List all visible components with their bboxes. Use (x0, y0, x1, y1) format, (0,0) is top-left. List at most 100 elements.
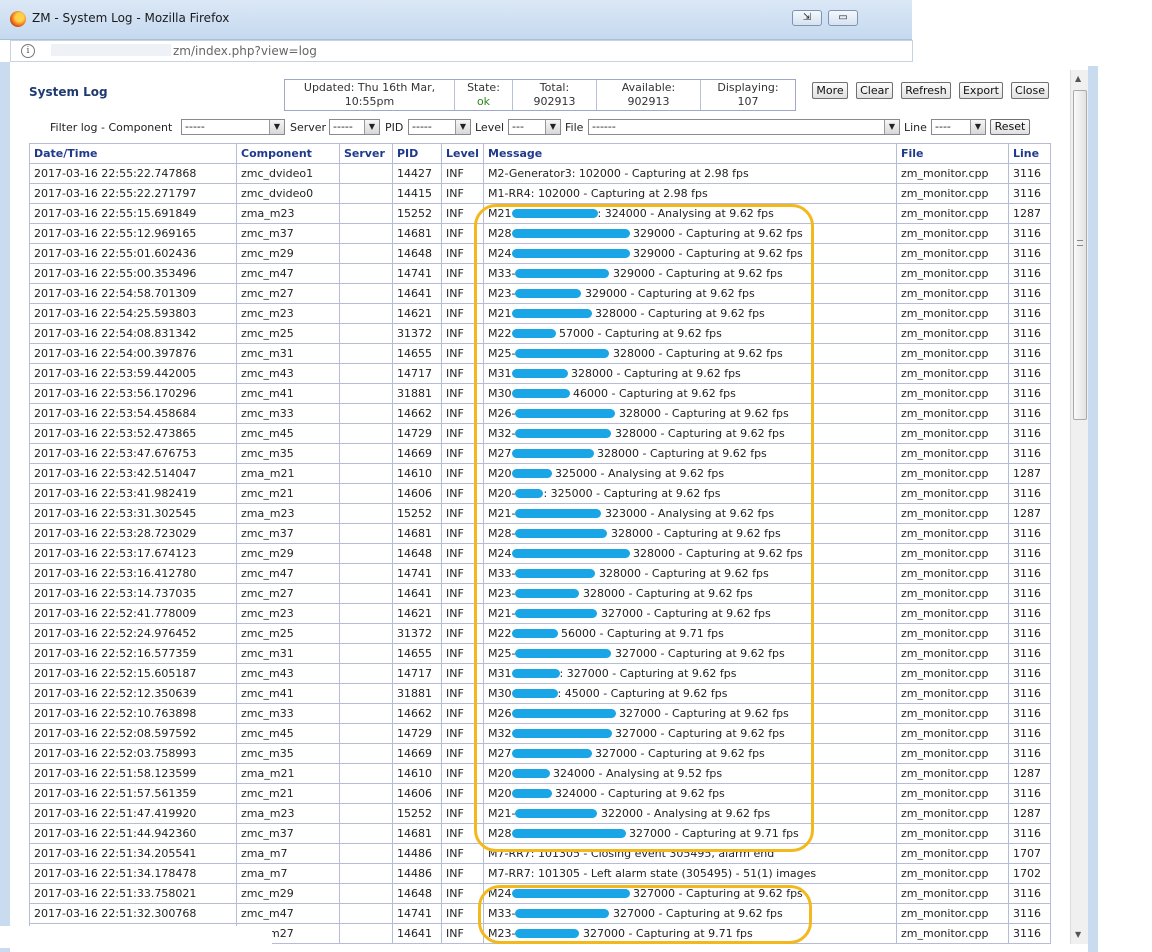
cell-datetime: 2017-03-16 22:53:47.676753 (29, 443, 237, 464)
cell-datetime: 2017-03-16 22:51:32.300768 (29, 903, 237, 924)
site-info-icon[interactable]: i (21, 44, 35, 58)
message-prefix: M28 (488, 227, 512, 240)
component-select[interactable]: ----- ▼ (181, 119, 285, 135)
cell-line: 3116 (1008, 403, 1051, 424)
cell-message: M24 327000 - Capturing at 9.62 fps (483, 883, 897, 904)
cell-component: zmc_m27 (236, 283, 340, 304)
col-header-datetime[interactable]: Date/Time (29, 143, 237, 164)
cell-datetime: 2017-03-16 22:54:25.593803 (29, 303, 237, 324)
cell-pid: 14681 (392, 223, 442, 244)
message-prefix: M27 (488, 747, 512, 760)
cell-pid: 14427 (392, 163, 442, 184)
cell-line: 3116 (1008, 583, 1051, 604)
cell-file: zm_monitor.cpp (896, 563, 1009, 584)
refresh-button[interactable]: Refresh (901, 82, 951, 99)
col-header-file[interactable]: File (896, 143, 1009, 164)
cell-server (339, 443, 393, 464)
stat-state-value: ok (476, 95, 491, 108)
cell-component: zmc_m29 (236, 243, 340, 264)
col-header-message[interactable]: Message (483, 143, 897, 164)
message-suffix: 328000 - Capturing at 9.62 fps (567, 367, 741, 380)
cell-file: zm_monitor.cpp (896, 263, 1009, 284)
cell-message: M1-RR4: 102000 - Capturing at 2.98 fps (483, 183, 897, 204)
line-select[interactable]: ---- ▼ (931, 119, 986, 135)
cell-component: zmc_m31 (236, 343, 340, 364)
more-button[interactable]: More (812, 82, 848, 99)
cell-message: M31 328000 - Capturing at 9.62 fps (483, 363, 897, 384)
cell-component: zmc_m47 (236, 903, 340, 924)
cell-file: zm_monitor.cpp (896, 183, 1009, 204)
cell-file: zm_monitor.cpp (896, 243, 1009, 264)
server-select[interactable]: ----- ▼ (329, 119, 380, 135)
col-header-component[interactable]: Component (236, 143, 340, 164)
message-suffix: 327000 - Capturing at 9.62 fps (629, 887, 803, 900)
cell-level: INF (441, 263, 484, 284)
cell-server (339, 383, 393, 404)
cell-pid: 14655 (392, 343, 442, 364)
cell-datetime: 2017-03-16 22:55:22.271797 (29, 183, 237, 204)
cell-file: zm_monitor.cpp (896, 643, 1009, 664)
redaction-mark (511, 229, 630, 238)
cell-line: 3116 (1008, 483, 1051, 504)
cell-line: 3116 (1008, 743, 1051, 764)
message-prefix: M23- (488, 287, 516, 300)
minimize-window-button[interactable]: ▭ (828, 10, 858, 26)
cell-component: zmc_m33 (236, 403, 340, 424)
message-suffix: 327000 - Capturing at 9.62 fps (611, 727, 785, 740)
scrollbar-thumb[interactable] (1073, 90, 1087, 420)
message-prefix: M23- (488, 587, 516, 600)
table-row: 2017-03-16 22:55:00.353496 zmc_m47 14741 IN… (29, 263, 1051, 284)
reset-button[interactable]: Reset (990, 119, 1030, 135)
col-header-line[interactable]: Line (1008, 143, 1051, 164)
cell-line: 3116 (1008, 223, 1051, 244)
cell-level: INF (441, 763, 484, 784)
cell-component: zma_m21 (236, 463, 340, 484)
message-prefix: M22 (488, 327, 512, 340)
cell-message: M25- 327000 - Capturing at 9.62 fps (483, 643, 897, 664)
cell-pid: 14681 (392, 823, 442, 844)
window-title: ZM - System Log - Mozilla Firefox (32, 11, 230, 25)
level-select[interactable]: --- ▼ (508, 119, 561, 135)
cell-server (339, 523, 393, 544)
clear-button[interactable]: Clear (856, 82, 893, 99)
cell-datetime: 2017-03-16 22:51:47.419920 (29, 803, 237, 824)
file-select[interactable]: ------ ▼ (588, 119, 900, 135)
scroll-down-icon[interactable]: ▼ (1075, 930, 1081, 939)
cell-pid: 14681 (392, 523, 442, 544)
log-stats-panel: Updated: Thu 16th Mar, 10:55pm State: ok… (284, 79, 796, 111)
col-header-pid[interactable]: PID (392, 143, 442, 164)
redaction-mark (511, 329, 556, 338)
cell-line: 3116 (1008, 163, 1051, 184)
scroll-up-icon[interactable]: ▲ (1075, 74, 1081, 83)
export-button[interactable]: Export (959, 82, 1003, 99)
col-header-server[interactable]: Server (339, 143, 393, 164)
cell-file: zm_monitor.cpp (896, 463, 1009, 484)
table-row: 2017-03-16 22:53:14.737035 zmc_m27 14641 IN… (29, 583, 1051, 604)
cell-component: zmc_m47 (236, 263, 340, 284)
cell-datetime: 2017-03-16 22:53:54.458684 (29, 403, 237, 424)
cell-line: 3116 (1008, 643, 1051, 664)
pid-select[interactable]: ----- ▼ (408, 119, 471, 135)
restore-window-button[interactable]: ⇲ (792, 10, 822, 26)
cell-pid: 14641 (392, 583, 442, 604)
cell-pid: 15252 (392, 203, 442, 224)
cell-pid: 14648 (392, 883, 442, 904)
cell-message: M20 324000 - Analysing at 9.52 fps (483, 763, 897, 784)
cell-server (339, 683, 393, 704)
vertical-scrollbar[interactable]: ▲ ▼ (1070, 70, 1088, 944)
cell-level: INF (441, 703, 484, 724)
close-button[interactable]: Close (1011, 82, 1049, 99)
cell-level: INF (441, 823, 484, 844)
address-bar[interactable]: i zm/index.php?view=log (10, 40, 913, 62)
cell-server (339, 543, 393, 564)
cell-server (339, 663, 393, 684)
cell-pid: 14729 (392, 423, 442, 444)
message-suffix: 328000 - Capturing at 9.62 fps (609, 347, 783, 360)
cell-datetime: 2017-03-16 22:52:03.758993 (29, 743, 237, 764)
cell-file: zm_monitor.cpp (896, 923, 1009, 944)
message-prefix: M30 (488, 687, 512, 700)
cell-datetime: 2017-03-16 22:51:57.561359 (29, 783, 237, 804)
cell-message: M28 327000 - Capturing at 9.71 fps (483, 823, 897, 844)
cell-level: INF (441, 283, 484, 304)
col-header-level[interactable]: Level (441, 143, 484, 164)
